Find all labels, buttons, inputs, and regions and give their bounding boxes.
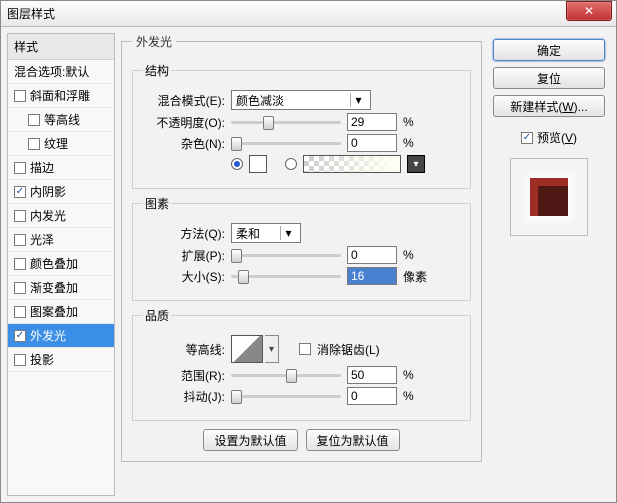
quality-group: 品质 等高线: ▾ 消除锯齿(L) 范围(R): bbox=[132, 307, 471, 421]
sidebar-item-光泽[interactable]: 光泽 bbox=[8, 228, 114, 252]
sidebar-checkbox[interactable] bbox=[14, 258, 26, 270]
structure-legend: 结构 bbox=[143, 62, 171, 79]
outer-glow-panel: 外发光 结构 混合模式(E): 颜色减淡 ▾ 不透明度(O): bbox=[121, 33, 482, 462]
sidebar-checkbox[interactable] bbox=[14, 234, 26, 246]
technique-dropdown[interactable]: 柔和 ▾ bbox=[231, 223, 301, 243]
blend-mode-dropdown[interactable]: 颜色减淡 ▾ bbox=[231, 90, 371, 110]
color-swatch[interactable] bbox=[249, 155, 267, 173]
chevron-down-icon[interactable]: ▾ bbox=[265, 335, 279, 363]
jitter-slider[interactable] bbox=[231, 387, 341, 405]
sidebar-checkbox[interactable] bbox=[14, 186, 26, 198]
sidebar-item-内阴影[interactable]: 内阴影 bbox=[8, 180, 114, 204]
jitter-label: 抖动(J): bbox=[143, 388, 225, 405]
sidebar-item-纹理[interactable]: 纹理 bbox=[8, 132, 114, 156]
panel-title: 外发光 bbox=[132, 33, 176, 50]
sidebar-checkbox[interactable] bbox=[14, 282, 26, 294]
spread-label: 扩展(P): bbox=[143, 247, 225, 264]
sidebar-item-投影[interactable]: 投影 bbox=[8, 348, 114, 372]
noise-slider[interactable] bbox=[231, 134, 341, 152]
sidebar-checkbox[interactable] bbox=[28, 138, 40, 150]
reset-default-button[interactable]: 复位为默认值 bbox=[306, 429, 400, 451]
sidebar-item-描边[interactable]: 描边 bbox=[8, 156, 114, 180]
size-slider[interactable] bbox=[231, 267, 341, 285]
noise-label: 杂色(N): bbox=[143, 135, 225, 152]
range-input[interactable]: 50 bbox=[347, 366, 397, 384]
sidebar-item-label: 投影 bbox=[30, 351, 54, 368]
contour-picker[interactable] bbox=[231, 335, 263, 363]
close-button[interactable]: ✕ bbox=[566, 1, 612, 21]
titlebar: 图层样式 ✕ bbox=[1, 1, 616, 27]
sidebar-item-图案叠加[interactable]: 图案叠加 bbox=[8, 300, 114, 324]
gradient-radio[interactable] bbox=[285, 158, 297, 170]
preview-thumbnail bbox=[510, 158, 588, 236]
sidebar-item-内发光[interactable]: 内发光 bbox=[8, 204, 114, 228]
chevron-down-icon: ▾ bbox=[350, 93, 366, 107]
sidebar-checkbox[interactable] bbox=[14, 90, 26, 102]
size-label: 大小(S): bbox=[143, 268, 225, 285]
preview-label: 预览(V) bbox=[537, 129, 577, 146]
sidebar-item-label: 描边 bbox=[30, 159, 54, 176]
sidebar-item-斜面和浮雕[interactable]: 斜面和浮雕 bbox=[8, 84, 114, 108]
sidebar-item-label: 图案叠加 bbox=[30, 303, 78, 320]
color-radio[interactable] bbox=[231, 158, 243, 170]
quality-legend: 品质 bbox=[143, 307, 171, 324]
contour-label: 等高线: bbox=[143, 341, 225, 358]
styles-sidebar: 样式 混合选项:默认 斜面和浮雕等高线纹理描边内阴影内发光光泽颜色叠加渐变叠加图… bbox=[7, 33, 115, 496]
jitter-input[interactable]: 0 bbox=[347, 387, 397, 405]
opacity-input[interactable]: 29 bbox=[347, 113, 397, 131]
opacity-label: 不透明度(O): bbox=[143, 114, 225, 131]
sidebar-checkbox[interactable] bbox=[14, 330, 26, 342]
ok-button[interactable]: 确定 bbox=[493, 39, 605, 61]
sidebar-item-label: 内阴影 bbox=[30, 183, 66, 200]
size-input[interactable]: 16 bbox=[347, 267, 397, 285]
spread-input[interactable]: 0 bbox=[347, 246, 397, 264]
opacity-slider[interactable] bbox=[231, 113, 341, 131]
gradient-picker[interactable] bbox=[303, 155, 401, 173]
right-column: 确定 复位 新建样式(W)... 预览(V) bbox=[488, 33, 610, 496]
layer-style-dialog: 图层样式 ✕ 样式 混合选项:默认 斜面和浮雕等高线纹理描边内阴影内发光光泽颜色… bbox=[0, 0, 617, 503]
sidebar-checkbox[interactable] bbox=[14, 210, 26, 222]
sidebar-checkbox[interactable] bbox=[14, 162, 26, 174]
sidebar-item-label: 渐变叠加 bbox=[30, 279, 78, 296]
sidebar-item-label: 斜面和浮雕 bbox=[30, 87, 90, 104]
main-area: 外发光 结构 混合模式(E): 颜色减淡 ▾ 不透明度(O): bbox=[121, 33, 482, 496]
sidebar-item-label: 外发光 bbox=[30, 327, 66, 344]
sidebar-checkbox[interactable] bbox=[14, 354, 26, 366]
sidebar-item-等高线[interactable]: 等高线 bbox=[8, 108, 114, 132]
sidebar-checkbox[interactable] bbox=[14, 306, 26, 318]
preview-checkbox[interactable] bbox=[521, 132, 533, 144]
sidebar-checkbox[interactable] bbox=[28, 114, 40, 126]
sidebar-item-渐变叠加[interactable]: 渐变叠加 bbox=[8, 276, 114, 300]
sidebar-item-label: 纹理 bbox=[44, 135, 68, 152]
reset-button[interactable]: 复位 bbox=[493, 67, 605, 89]
antialias-label: 消除锯齿(L) bbox=[317, 341, 380, 358]
sidebar-item-label: 内发光 bbox=[30, 207, 66, 224]
chevron-down-icon: ▾ bbox=[280, 226, 296, 240]
sidebar-blend-defaults[interactable]: 混合选项:默认 bbox=[8, 60, 114, 84]
sidebar-item-label: 光泽 bbox=[30, 231, 54, 248]
chevron-down-icon[interactable]: ▾ bbox=[407, 155, 425, 173]
antialias-checkbox[interactable] bbox=[299, 343, 311, 355]
blend-mode-label: 混合模式(E): bbox=[143, 92, 225, 109]
set-default-button[interactable]: 设置为默认值 bbox=[203, 429, 297, 451]
technique-label: 方法(Q): bbox=[143, 225, 225, 242]
elements-group: 图素 方法(Q): 柔和 ▾ 扩展(P): 0 bbox=[132, 195, 471, 301]
structure-group: 结构 混合模式(E): 颜色减淡 ▾ 不透明度(O): 29 bbox=[132, 62, 471, 189]
noise-input[interactable]: 0 bbox=[347, 134, 397, 152]
new-style-button[interactable]: 新建样式(W)... bbox=[493, 95, 605, 117]
spread-slider[interactable] bbox=[231, 246, 341, 264]
elements-legend: 图素 bbox=[143, 195, 171, 212]
sidebar-item-label: 颜色叠加 bbox=[30, 255, 78, 272]
sidebar-header: 样式 bbox=[8, 34, 114, 60]
sidebar-item-外发光[interactable]: 外发光 bbox=[8, 324, 114, 348]
sidebar-item-颜色叠加[interactable]: 颜色叠加 bbox=[8, 252, 114, 276]
range-label: 范围(R): bbox=[143, 367, 225, 384]
window-title: 图层样式 bbox=[7, 5, 55, 22]
range-slider[interactable] bbox=[231, 366, 341, 384]
sidebar-item-label: 等高线 bbox=[44, 111, 80, 128]
